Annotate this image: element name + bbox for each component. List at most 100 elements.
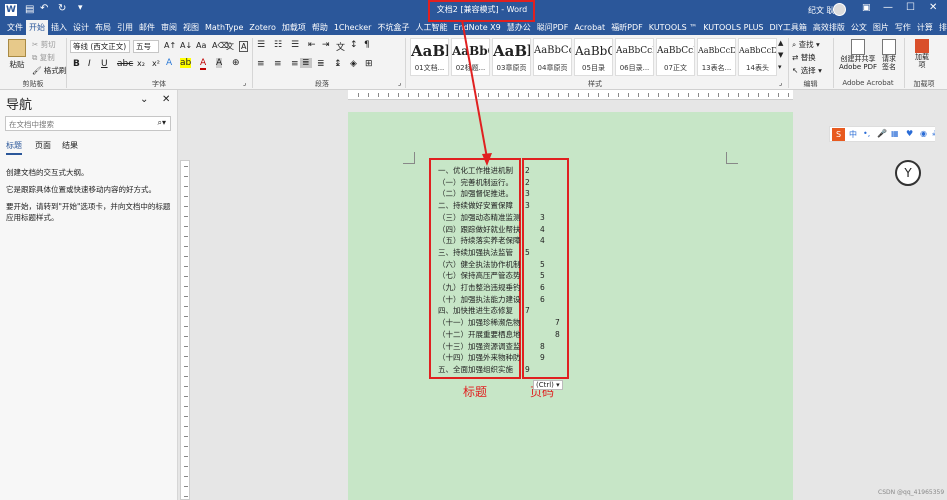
font-color-icon[interactable]: A	[200, 58, 207, 70]
tab-25[interactable]: 公文	[848, 20, 870, 35]
style-item[interactable]: AaBbCc 04章原页	[533, 38, 572, 76]
underline-icon[interactable]: U	[101, 59, 108, 69]
create-pdf-button[interactable]: 创建并共享 Adobe PDF	[836, 39, 880, 71]
vertical-ruler[interactable]	[180, 160, 190, 500]
toc-entry-title[interactable]: （十一）加强珍稀濒危物种保护。	[438, 317, 520, 329]
sort-icon[interactable]: ↕	[350, 40, 358, 50]
tab-23[interactable]: DIY工具箱	[767, 20, 810, 35]
toc-entry-title[interactable]: （十四）加强外来物种防治。	[438, 352, 520, 364]
toc-entry-title[interactable]: （五）持续落实养老保障	[438, 235, 520, 247]
ime-chinese-icon[interactable]: 中	[849, 129, 857, 140]
align-right-icon[interactable]: ≡	[291, 59, 299, 69]
align-center-icon[interactable]: ≡	[274, 59, 282, 69]
distributed-icon[interactable]: ≣	[317, 59, 325, 69]
save-icon[interactable]: ▤	[25, 4, 34, 15]
show-marks-icon[interactable]: ¶	[364, 40, 370, 50]
toc-entry-title[interactable]: 一、优化工作推进机制	[438, 165, 513, 177]
maximize-icon[interactable]: ☐	[906, 2, 915, 13]
tab-pages[interactable]: 页面	[35, 140, 51, 151]
italic-icon[interactable]: I	[88, 59, 91, 69]
tab-1[interactable]: 开始	[26, 20, 48, 35]
toc-entry-title[interactable]: （一）完善机制运行。	[438, 177, 513, 189]
text-effects-icon[interactable]: A	[166, 58, 172, 68]
request-signature-button[interactable]: 请求签名	[880, 39, 898, 71]
nav-options-icon[interactable]: ⌄	[140, 94, 148, 105]
select-button[interactable]: ↖ 选择 ▾	[792, 65, 822, 76]
tab-12[interactable]: 帮助	[309, 20, 331, 35]
tab-results[interactable]: 结果	[62, 140, 78, 151]
ime-punctuation-icon[interactable]: •,	[863, 129, 870, 138]
ribbon-display-icon[interactable]: ▣	[862, 3, 871, 13]
toc-entry-title[interactable]: 五、全面加强组织实施	[438, 364, 513, 376]
toc-entry-title[interactable]: （二）加强督促推进。	[438, 188, 513, 200]
tab-headings[interactable]: 标题	[6, 140, 22, 155]
font-dialog-launcher-icon[interactable]: ⌟	[243, 79, 246, 87]
minimize-icon[interactable]: —	[883, 2, 893, 13]
tab-29[interactable]: 排版	[936, 20, 947, 35]
nav-search-input[interactable]: 在文档中搜索 ⌕▾	[5, 116, 171, 131]
nav-close-icon[interactable]: ✕	[162, 94, 170, 105]
font-size-select[interactable]: 五号	[133, 40, 159, 53]
tab-7[interactable]: 审阅	[158, 20, 180, 35]
phonetic-icon[interactable]: 文	[226, 41, 234, 52]
chinese-layout-icon[interactable]: 文	[336, 40, 345, 53]
tab-5[interactable]: 引用	[114, 20, 136, 35]
toc-entry-title[interactable]: （十三）加强资源调查监测。	[438, 341, 520, 353]
tab-17[interactable]: 慧办公	[504, 20, 534, 35]
tab-3[interactable]: 设计	[70, 20, 92, 35]
tab-21[interactable]: KUTOOLS ™	[646, 20, 700, 35]
enclose-char-icon[interactable]: ⊕	[232, 58, 240, 68]
line-spacing-icon[interactable]: ↨	[334, 59, 342, 69]
style-item[interactable]: AaBbCcDd 13表名...	[697, 38, 736, 76]
shading-icon[interactable]: ◈	[350, 59, 357, 69]
avatar[interactable]	[833, 3, 846, 16]
styles-scroll-down-icon[interactable]: ▼	[778, 51, 783, 59]
customize-quick-access-icon[interactable]: ▾	[78, 3, 83, 13]
tab-28[interactable]: 计算	[914, 20, 936, 35]
subscript-icon[interactable]: x₂	[137, 59, 145, 68]
align-left-icon[interactable]: ≡	[257, 59, 265, 69]
tab-14[interactable]: 不坑盒子	[374, 20, 412, 35]
undo-icon[interactable]: ↶	[40, 3, 48, 14]
strikethrough-icon[interactable]: abc	[117, 59, 133, 69]
input-method-toolbar[interactable]: S 中 •, 🎤 ▦ ♥ ◉ ⁂	[829, 126, 943, 142]
tab-8[interactable]: 视图	[180, 20, 202, 35]
toc-entry-title[interactable]: （十二）开展重要栖息地修复。	[438, 329, 520, 341]
style-item[interactable]: AaBbC 05目录	[574, 38, 613, 76]
ime-skin-icon[interactable]: ♥	[906, 129, 913, 138]
styles-more-icon[interactable]: ▾	[778, 63, 782, 71]
paragraph-dialog-launcher-icon[interactable]: ⌟	[398, 79, 401, 87]
copy-button[interactable]: ⧉ 复制	[32, 52, 55, 63]
superscript-icon[interactable]: x²	[152, 59, 160, 68]
paste-button[interactable]: 粘贴	[6, 39, 28, 70]
decrease-indent-icon[interactable]: ⇤	[308, 40, 316, 50]
tab-22[interactable]: KUTOOLS PLUS	[700, 20, 766, 35]
styles-scroll-up-icon[interactable]: ▲	[778, 39, 783, 47]
justify-icon[interactable]: ≣	[300, 58, 312, 68]
document-page[interactable]	[348, 112, 793, 500]
tab-6[interactable]: 邮件	[136, 20, 158, 35]
toc-entry-title[interactable]: （六）健全执法协作机制	[438, 259, 520, 271]
find-button[interactable]: ⌕ 查找 ▾	[792, 39, 820, 50]
ime-keyboard-icon[interactable]: ▦	[891, 129, 899, 138]
tab-13[interactable]: 1Checker	[331, 20, 375, 35]
format-painter-button[interactable]: 🖌 格式刷	[32, 65, 66, 76]
tab-0[interactable]: 文件	[4, 20, 26, 35]
user-name[interactable]: 纪文 耿	[808, 5, 835, 16]
paste-options-button[interactable]: (Ctrl) ▾	[533, 380, 563, 390]
tab-2[interactable]: 插入	[48, 20, 70, 35]
style-item[interactable]: AaBbCcDd 14表头	[738, 38, 777, 76]
shrink-font-icon[interactable]: A↓	[180, 41, 192, 50]
bullets-icon[interactable]: ☰	[257, 40, 265, 50]
border-char-icon[interactable]: A	[239, 41, 249, 52]
tab-19[interactable]: Acrobat	[571, 20, 608, 35]
replace-button[interactable]: ⇄ 替换	[792, 52, 816, 63]
ime-mic-icon[interactable]: 🎤	[877, 129, 887, 138]
toc-entry-title[interactable]: （十）加强执法能力建设	[438, 294, 520, 306]
font-name-select[interactable]: 等线 (西文正文)	[70, 40, 130, 53]
case-icon[interactable]: Aa	[196, 41, 206, 50]
numbering-icon[interactable]: ☷	[274, 40, 282, 50]
multilevel-list-icon[interactable]: ☰	[291, 40, 299, 50]
tab-10[interactable]: Zotero	[246, 20, 278, 35]
assistant-icon[interactable]: Y	[895, 160, 921, 186]
